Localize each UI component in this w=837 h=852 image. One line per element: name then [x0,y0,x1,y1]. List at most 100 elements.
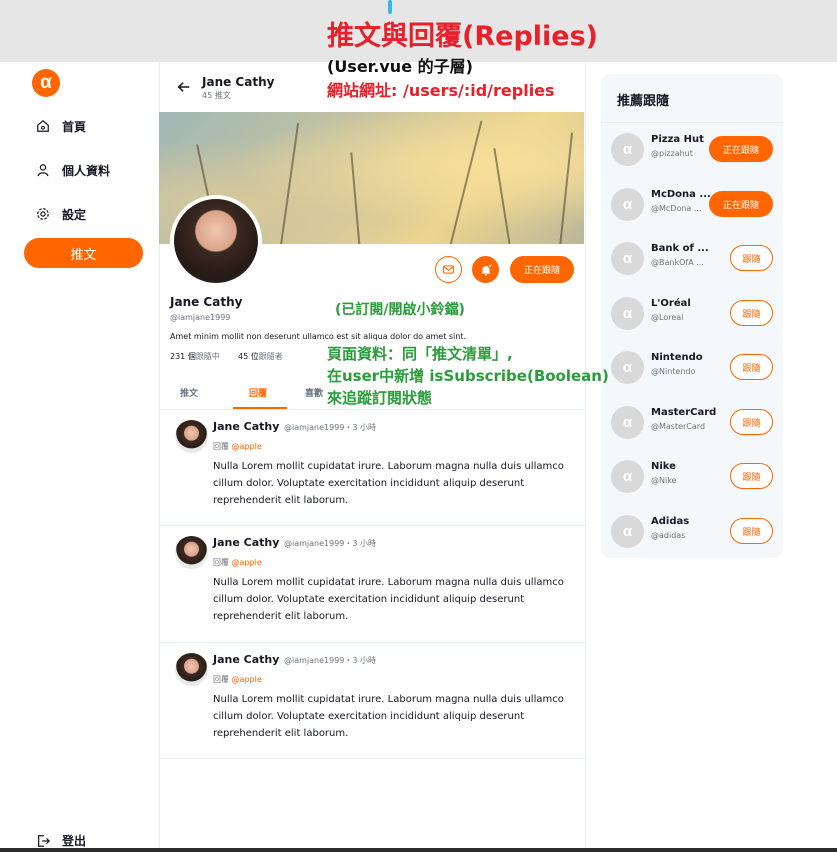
tab-likes[interactable]: 喜歡 [305,386,323,399]
recommend-handle: @Nintendo [651,367,696,376]
following-stat[interactable]: 231 個跟隨中 [170,351,220,362]
reply-to-link[interactable]: @apple [232,558,262,567]
back-arrow-icon[interactable] [177,80,191,94]
following-count: 231 個 [170,352,196,361]
recommend-handle: @adidas [651,531,686,540]
annotation-subtitle: (User.vue 的子層) [327,57,473,76]
reply-item[interactable]: Jane Cathy @iamjane1999・3 小時 回覆 @apple N… [160,643,585,759]
followers-count: 45 位 [238,352,259,361]
avatar[interactable]: α [611,351,644,384]
avatar[interactable]: α [611,297,644,330]
avatar[interactable]: α [611,406,644,439]
recommend-item[interactable]: α McDona ... @McDona ... 正在跟隨 [611,188,783,224]
tab-replies[interactable]: 回覆 [249,386,267,399]
sidebar-item-label: 首頁 [62,119,87,134]
recommend-name: Nike [651,461,676,472]
sidebar-item-settings[interactable]: 設定 [36,204,86,224]
recommend-title: 推薦跟隨 [617,94,670,109]
tab-tweets[interactable]: 推文 [180,386,198,399]
user-icon [37,164,49,177]
follow-button[interactable]: 跟隨 [730,300,773,326]
recommend-item[interactable]: α Pizza Hut @pizzahut 正在跟隨 [611,133,783,169]
sidebar-item-label: 個人資料 [62,163,111,178]
logout-icon [38,834,50,847]
avatar[interactable]: α [611,242,644,275]
recommend-handle: @Nike [651,476,677,485]
sidebar-item-profile[interactable]: 個人資料 [36,160,110,180]
recommend-name: Pizza Hut [651,134,704,145]
recommend-item[interactable]: α Nike @Nike 跟隨 [611,460,783,496]
bottom-bar [0,848,837,852]
tweet-button[interactable]: 推文 [24,238,143,268]
subscribe-bell-button[interactable] [472,256,499,283]
recommend-item[interactable]: α Bank of ... @BankOfA ... 跟隨 [611,242,783,278]
home-icon [37,119,49,132]
reply-author-name: Jane Cathy [213,536,280,549]
reply-to-line: 回覆 @apple [213,674,262,685]
reply-to-line: 回覆 @apple [213,441,262,452]
following-button[interactable]: 正在跟隨 [709,136,773,162]
reply-item[interactable]: Jane Cathy @iamjane1999・3 小時 回覆 @apple N… [160,526,585,643]
reply-meta: @iamjane1999・3 小時 [284,539,377,548]
recommend-handle: @BankOfA ... [651,258,704,267]
bell-icon [481,263,492,276]
active-tab-indicator [233,407,287,409]
recommend-handle: @McDona ... [651,204,702,213]
annotation-title: 推文與回覆(Replies) [327,21,599,52]
reply-prefix: 回覆 [213,558,229,567]
avatar[interactable]: α [611,460,644,493]
annotation-data-line: 在user中新增 isSubscribe(Boolean) [327,367,609,385]
annotation-bell-note: (已訂閱/開啟小鈴鐺) [335,302,465,318]
reply-meta: @iamjane1999・3 小時 [284,423,377,432]
annotation-data-line: 頁面資料：同「推文清單」, [327,345,513,363]
sidebar-item-home[interactable]: 首頁 [36,116,86,136]
logout-button[interactable]: 登出 [36,832,86,849]
recommend-item[interactable]: α Nintendo @Nintendo 跟隨 [611,351,783,387]
reply-prefix: 回覆 [213,675,229,684]
following-button[interactable]: 正在跟隨 [709,191,773,217]
reply-prefix: 回覆 [213,442,229,451]
followers-label: 跟隨者 [258,352,283,361]
follow-button[interactable]: 跟隨 [730,463,773,489]
recommend-name: Bank of ... [651,243,709,254]
recommend-handle: @MasterCard [651,422,706,431]
annotation-url: 網站網址: /users/:id/replies [327,81,555,100]
reply-author-name: Jane Cathy [213,653,280,666]
following-button[interactable]: 正在跟隨 [510,256,574,283]
reply-to-line: 回覆 @apple [213,557,262,568]
follow-button[interactable]: 跟隨 [730,245,773,271]
follow-button[interactable]: 跟隨 [730,354,773,380]
message-button[interactable] [435,256,462,283]
reply-author-name: Jane Cathy [213,420,280,433]
avatar[interactable] [175,420,208,453]
reply-to-link[interactable]: @apple [232,675,262,684]
logout-label: 登出 [62,834,87,848]
right-margin [783,62,837,848]
followers-stat[interactable]: 45 位跟隨者 [238,351,283,362]
sidebar-item-label: 設定 [62,207,87,222]
reply-body: Nulla Lorem mollit cupidatat irure. Labo… [213,577,564,622]
ac-logo-icon[interactable]: α [32,69,60,97]
follow-button[interactable]: 跟隨 [730,409,773,435]
recommend-name: Nintendo [651,352,703,363]
avatar[interactable]: α [611,188,644,221]
profile-handle: @iamjane1999 [170,313,231,322]
profile-name: Jane Cathy [170,295,243,309]
recommend-handle: @Loreal [651,313,684,322]
avatar[interactable]: α [611,133,644,166]
follow-button[interactable]: 跟隨 [730,518,773,544]
reply-to-link[interactable]: @apple [232,442,262,451]
recommend-item[interactable]: α L'Oréal @Loreal 跟隨 [611,297,783,333]
avatar[interactable] [175,653,208,686]
recommend-item[interactable]: α Adidas @adidas 跟隨 [611,515,783,551]
following-label: 跟隨中 [195,352,220,361]
reply-item[interactable]: Jane Cathy @iamjane1999・3 小時 回覆 @apple N… [160,410,585,526]
profile-avatar [170,195,262,287]
profile-bio: Amet minim mollit non deserunt ullamco e… [170,332,467,341]
recommend-item[interactable]: α MasterCard @MasterCard 跟隨 [611,406,783,442]
avatar[interactable]: α [611,515,644,548]
annotation-data-line: 來追蹤訂閱狀態 [327,389,433,407]
avatar[interactable] [175,536,208,569]
reply-body: Nulla Lorem mollit cupidatat irure. Labo… [213,461,564,506]
header-name: Jane Cathy [202,75,275,89]
